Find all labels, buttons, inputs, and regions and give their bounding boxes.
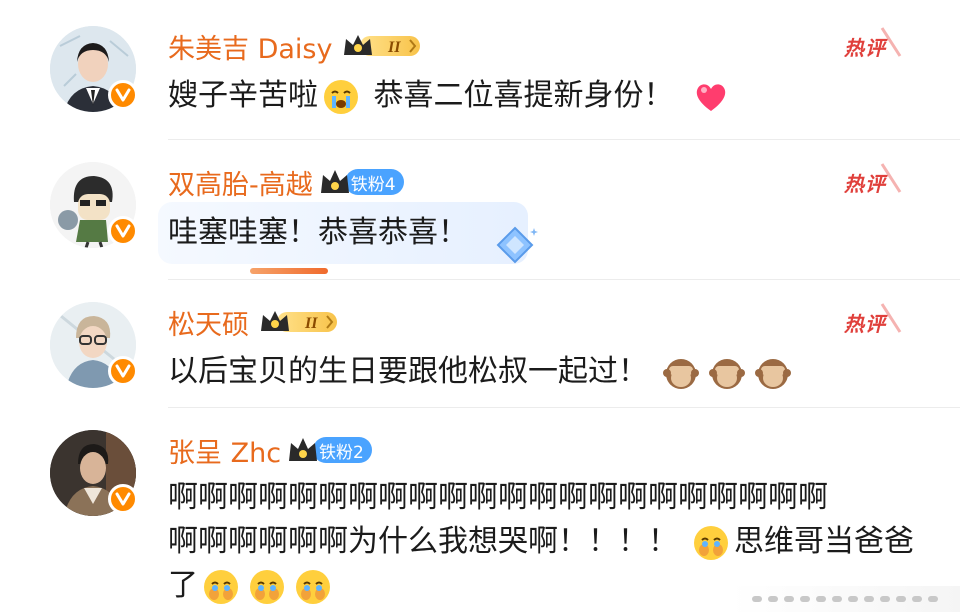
- fan-badge[interactable]: 铁粉4: [319, 167, 404, 197]
- avatar[interactable]: [50, 162, 138, 248]
- comment-text-part: 嫂子辛苦啦: [168, 78, 318, 113]
- username[interactable]: 松天硕: [168, 303, 249, 342]
- hot-comment-tag: 热评: [842, 26, 902, 66]
- comment-item: 松天硕 II 热评 以后宝贝的生日要跟他松叔一起过！: [0, 280, 960, 408]
- username[interactable]: 张呈 Zhc: [168, 431, 281, 470]
- teary-face-emoji: [296, 569, 330, 604]
- fan-label: 铁粉2: [313, 437, 372, 463]
- comment-text: 嫂子辛苦啦 恭喜二位喜提新身份！: [168, 74, 900, 118]
- verified-icon: [108, 80, 138, 110]
- verified-icon: [108, 484, 138, 514]
- verified-icon: [108, 216, 138, 246]
- hot-comment-tag: 热评: [842, 162, 902, 202]
- comment-text-line: 啊啊啊啊啊啊为什么我想哭啊！！！！ 思维哥当爸爸: [168, 520, 914, 564]
- comment-item: 张呈 Zhc 铁粉2 啊啊啊啊啊啊啊啊啊啊啊啊啊啊啊啊啊啊啊啊啊啊 啊啊啊啊啊啊…: [0, 408, 960, 615]
- see-no-evil-monkey-emoji: [755, 358, 791, 389]
- more-dots-icon[interactable]: [752, 590, 952, 608]
- vip-crown-badge[interactable]: II: [342, 31, 424, 61]
- hot-comment-label: 热评: [844, 172, 886, 196]
- avatar[interactable]: [50, 430, 138, 516]
- avatar[interactable]: [50, 26, 138, 112]
- fan-badge[interactable]: 铁粉2: [287, 435, 372, 465]
- vip-level: II: [304, 315, 318, 332]
- name-row: 松天硕 II: [168, 302, 341, 342]
- comment-text-part: 了: [168, 568, 198, 603]
- comment-text-part: 哇塞哇塞！恭喜恭喜！: [168, 215, 468, 250]
- comment-text-part: 思维哥当爸爸: [734, 524, 914, 559]
- teary-face-emoji: [204, 569, 238, 604]
- teary-face-emoji: [694, 525, 728, 560]
- comment-text-line: 啊啊啊啊啊啊啊啊啊啊啊啊啊啊啊啊啊啊啊啊啊啊: [168, 480, 828, 515]
- comment-text-part: 恭喜二位喜提新身份！: [364, 78, 674, 113]
- diamond-icon: [496, 226, 538, 264]
- fan-label: 铁粉4: [344, 169, 404, 195]
- crying-face-emoji: [324, 79, 358, 114]
- comment-text-part: 啊啊啊啊啊啊为什么我想哭啊！！！！: [168, 524, 678, 559]
- comment-text-part: 以后宝贝的生日要跟他松叔一起过！: [168, 354, 648, 389]
- see-no-evil-monkey-emoji: [663, 358, 699, 389]
- avatar[interactable]: [50, 302, 138, 388]
- see-no-evil-monkey-emoji: [709, 358, 745, 389]
- username[interactable]: 双高胎-高越: [168, 163, 313, 202]
- hot-comment-label: 热评: [844, 36, 886, 60]
- name-row: 张呈 Zhc 铁粉2: [168, 430, 372, 470]
- teary-face-emoji: [250, 569, 284, 604]
- vip-crown-badge[interactable]: II: [259, 307, 341, 337]
- comment-item: 朱美吉 Daisy II 热评 嫂子辛苦啦 恭喜二位喜提新身份！: [0, 0, 960, 140]
- name-row: 朱美吉 Daisy II: [168, 26, 424, 66]
- hot-comment-label: 热评: [844, 312, 886, 336]
- heart-emoji: [696, 83, 725, 111]
- name-row: 双高胎-高越 铁粉4: [168, 162, 404, 202]
- vip-level: II: [387, 39, 401, 56]
- hot-comment-tag: 热评: [842, 302, 902, 342]
- verified-icon: [108, 356, 138, 386]
- bubble-accent-bar: [250, 268, 328, 274]
- comment-text: 以后宝贝的生日要跟他松叔一起过！: [168, 350, 900, 394]
- username[interactable]: 朱美吉 Daisy: [168, 27, 332, 66]
